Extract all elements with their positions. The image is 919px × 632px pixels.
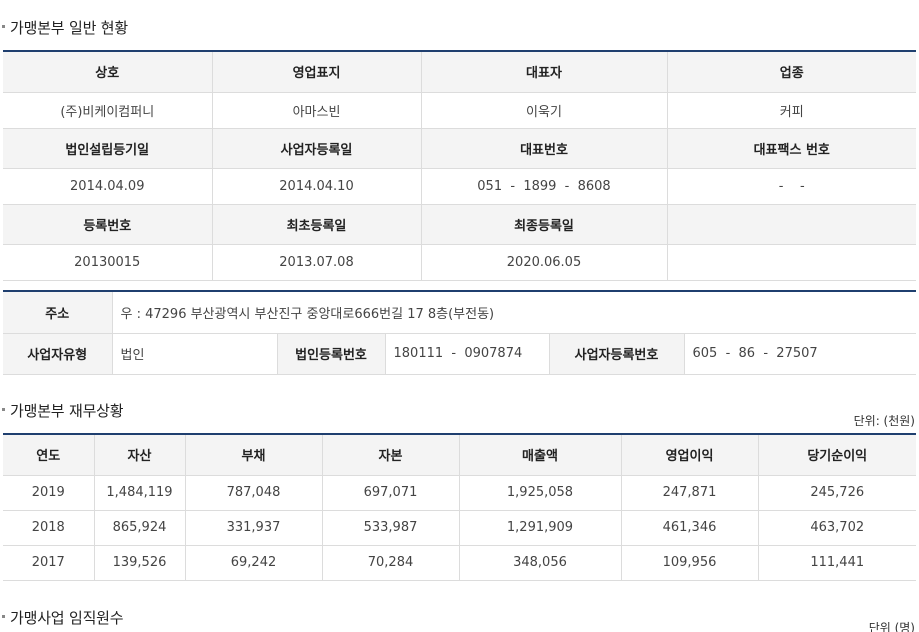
cell-liabilities: 69,242 — [184, 544, 323, 581]
header-revenue: 매출액 — [458, 435, 622, 476]
financial-status-title-text: 가맹본부 재무상황 — [10, 402, 124, 420]
header-liabilities: 부채 — [184, 435, 323, 476]
cell-year: 2019 — [3, 474, 95, 511]
general-status-table: 상호 영업표지 대표자 업종 (주)비케이컴퍼니 아마스빈 이욱기 커피 법인설… — [3, 52, 916, 281]
employees-title: 가맹사업 임직원수 — [2, 607, 124, 628]
cell-equity: 533,987 — [321, 509, 460, 546]
employees-title-text: 가맹사업 임직원수 — [10, 609, 124, 627]
general-status-title: 가맹본부 일반 현황 — [2, 17, 128, 38]
general-status-title-text: 가맹본부 일반 현황 — [10, 19, 128, 37]
cell-operating-income: 461,346 — [620, 509, 759, 546]
cell-year: 2018 — [3, 509, 95, 546]
header-last-registration-date: 최종등록일 — [420, 203, 668, 245]
cell-year: 2017 — [3, 544, 95, 581]
financial-table: 연도 자산 부채 자본 매출액 영업이익 당기순이익 2019 1,484,11… — [3, 435, 916, 581]
header-brand: 영업표지 — [211, 52, 422, 93]
value-incorporation-date: 2014.04.09 — [3, 167, 213, 205]
table-row: 주소 우 : 47296 부산광역시 부산진구 중앙대로666번길 17 8층(… — [3, 292, 917, 334]
corp-reg-number-value: 180111 - 0907874 — [384, 332, 550, 375]
address-value: 우 : 47296 부산광역시 부산진구 중앙대로666번길 17 8층(부전동… — [111, 292, 917, 334]
cell-net-income: 463,702 — [757, 509, 916, 546]
financial-status-title: 가맹본부 재무상황 — [2, 400, 124, 421]
header-business-reg-date: 사업자등록일 — [211, 127, 422, 169]
value-ceo: 이욱기 — [420, 91, 668, 129]
bullet-icon — [2, 615, 5, 618]
biz-reg-number-value: 605 - 86 - 27507 — [683, 332, 917, 375]
financial-unit-label: 단위: (천원) — [853, 414, 915, 428]
value-industry: 커피 — [666, 91, 916, 129]
cell-operating-income: 109,956 — [620, 544, 759, 581]
biz-reg-number-label: 사업자등록번호 — [548, 332, 685, 375]
cell-equity: 70,284 — [321, 544, 460, 581]
value-company-name: (주)비케이컴퍼니 — [3, 91, 213, 129]
cell-revenue: 1,925,058 — [458, 474, 622, 511]
table-row: 상호 영업표지 대표자 업종 — [3, 52, 916, 93]
header-fax: 대표팩스 번호 — [666, 127, 916, 169]
header-year: 연도 — [3, 435, 95, 476]
table-row: 20130015 2013.07.08 2020.06.05 — [3, 243, 916, 281]
table-row: (주)비케이컴퍼니 아마스빈 이욱기 커피 — [3, 91, 916, 129]
cell-net-income: 111,441 — [757, 544, 916, 581]
header-registration-number: 등록번호 — [3, 203, 213, 245]
cell-net-income: 245,726 — [757, 474, 916, 511]
business-type-label: 사업자유형 — [3, 332, 113, 375]
table-row: 2014.04.09 2014.04.10 051 - 1899 - 8608 … — [3, 167, 916, 205]
bullet-icon — [2, 408, 5, 411]
header-equity: 자본 — [321, 435, 460, 476]
address-table: 주소 우 : 47296 부산광역시 부산진구 중앙대로666번길 17 8층(… — [3, 292, 917, 375]
cell-operating-income: 247,871 — [620, 474, 759, 511]
header-net-income: 당기순이익 — [757, 435, 916, 476]
employees-unit-label: 단위 (명) — [868, 621, 915, 632]
business-type-value: 법인 — [111, 332, 278, 375]
header-phone: 대표번호 — [420, 127, 668, 169]
address-label: 주소 — [3, 292, 113, 334]
header-company-name: 상호 — [3, 52, 213, 93]
value-fax: - - — [666, 167, 916, 205]
table-row: 2017 139,526 69,242 70,284 348,056 109,9… — [3, 544, 916, 581]
header-empty — [666, 203, 916, 245]
cell-revenue: 348,056 — [458, 544, 622, 581]
cell-equity: 697,071 — [321, 474, 460, 511]
cell-assets: 865,924 — [93, 509, 186, 546]
cell-revenue: 1,291,909 — [458, 509, 622, 546]
header-incorporation-date: 법인설립등기일 — [3, 127, 213, 169]
table-header-row: 연도 자산 부채 자본 매출액 영업이익 당기순이익 — [3, 435, 916, 476]
corp-reg-number-label: 법인등록번호 — [276, 332, 386, 375]
value-brand: 아마스빈 — [211, 91, 422, 129]
cell-assets: 139,526 — [93, 544, 186, 581]
header-first-registration-date: 최초등록일 — [211, 203, 422, 245]
header-industry: 업종 — [666, 52, 916, 93]
cell-liabilities: 787,048 — [184, 474, 323, 511]
cell-liabilities: 331,937 — [184, 509, 323, 546]
value-registration-number: 20130015 — [3, 243, 213, 281]
header-ceo: 대표자 — [420, 52, 668, 93]
table-row: 등록번호 최초등록일 최종등록일 — [3, 203, 916, 245]
value-business-reg-date: 2014.04.10 — [211, 167, 422, 205]
table-row: 2018 865,924 331,937 533,987 1,291,909 4… — [3, 509, 916, 546]
bullet-icon — [2, 25, 5, 28]
value-phone: 051 - 1899 - 8608 — [420, 167, 668, 205]
header-operating-income: 영업이익 — [620, 435, 759, 476]
value-last-registration-date: 2020.06.05 — [420, 243, 668, 281]
header-assets: 자산 — [93, 435, 186, 476]
cell-assets: 1,484,119 — [93, 474, 186, 511]
table-row: 법인설립등기일 사업자등록일 대표번호 대표팩스 번호 — [3, 127, 916, 169]
table-row: 사업자유형 법인 법인등록번호 180111 - 0907874 사업자등록번호… — [3, 332, 917, 375]
table-row: 2019 1,484,119 787,048 697,071 1,925,058… — [3, 474, 916, 511]
value-first-registration-date: 2013.07.08 — [211, 243, 422, 281]
value-empty — [666, 243, 916, 281]
